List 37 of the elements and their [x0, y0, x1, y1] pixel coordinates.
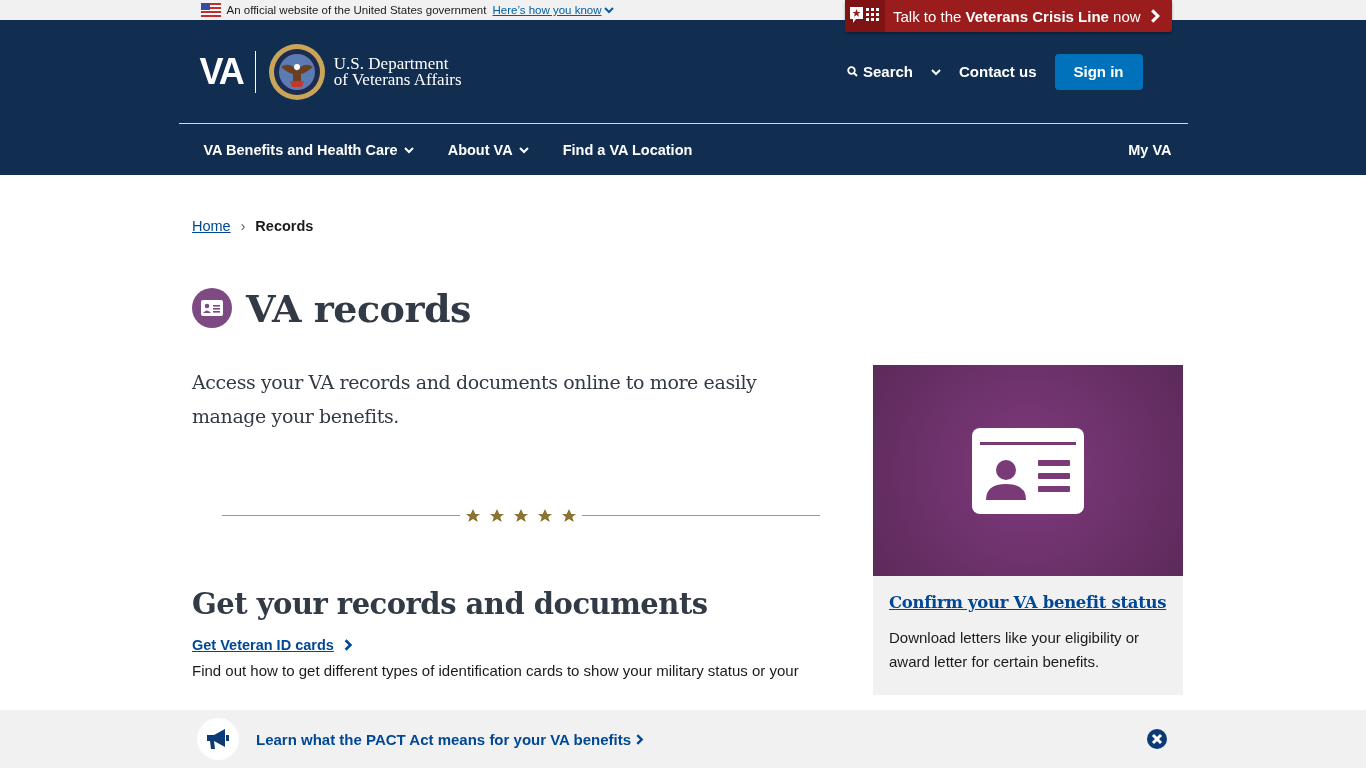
- id-card-icon: [192, 288, 232, 328]
- megaphone-icon: [206, 728, 230, 750]
- flag-icon: [200, 3, 221, 17]
- my-va-link[interactable]: My VA: [1128, 141, 1172, 158]
- search-icon: [846, 66, 858, 77]
- page-title: VA records: [246, 285, 471, 331]
- close-icon: [1147, 729, 1167, 749]
- nav-menu-item[interactable]: VA Benefits and Health Care: [203, 141, 414, 158]
- card-text: Download letters like your eligibility or award letter for certain benefits.: [889, 628, 1141, 672]
- breadcrumb-separator: ›: [240, 218, 246, 234]
- official-website-text: An official website of the United States government: [226, 4, 487, 16]
- section-heading: Get your records and documents: [192, 587, 709, 621]
- department-name: U.S. Department of Veterans Affairs: [333, 55, 462, 88]
- chevron-right-icon: [634, 733, 646, 745]
- id-card-icon: [972, 427, 1084, 514]
- sign-in-button[interactable]: Sign in: [1054, 53, 1143, 90]
- how-you-know-link[interactable]: Here’s how you know: [492, 4, 614, 16]
- intro-text: Access your VA records and documents online to more easily manage your benefits.: [192, 370, 758, 429]
- link-description: Find out how to get different types of identification cards to show your military status or your: [192, 661, 800, 681]
- breadcrumb-link[interactable]: Home: [192, 218, 231, 234]
- nav-menu-item[interactable]: About VA: [447, 141, 529, 158]
- nav-menu-item[interactable]: Find a VA Location: [562, 141, 693, 158]
- chevron-right-icon: [1148, 9, 1162, 23]
- pact-act-link[interactable]: Learn what the PACT Act means for your VA benefits: [256, 730, 646, 748]
- crisis-line-button[interactable]: Talk to the Veterans Crisis Line now: [845, 0, 1172, 32]
- veteran-id-link[interactable]: Get Veteran ID cards: [192, 637, 354, 653]
- chevron-down-icon: [403, 144, 414, 155]
- chevron-down-icon: [518, 144, 529, 155]
- contact-us-link[interactable]: Contact us: [959, 63, 1037, 80]
- chevron-down-icon: [931, 66, 941, 77]
- va-logo[interactable]: VA: [199, 50, 256, 93]
- card-title-link[interactable]: Confirm your VA benefit status: [889, 593, 1167, 612]
- chevron-down-icon: [603, 5, 614, 15]
- breadcrumb-current: Records: [255, 218, 314, 234]
- close-button[interactable]: [1147, 729, 1167, 749]
- seal-icon: [267, 42, 326, 101]
- search-button[interactable]: Search: [846, 63, 913, 80]
